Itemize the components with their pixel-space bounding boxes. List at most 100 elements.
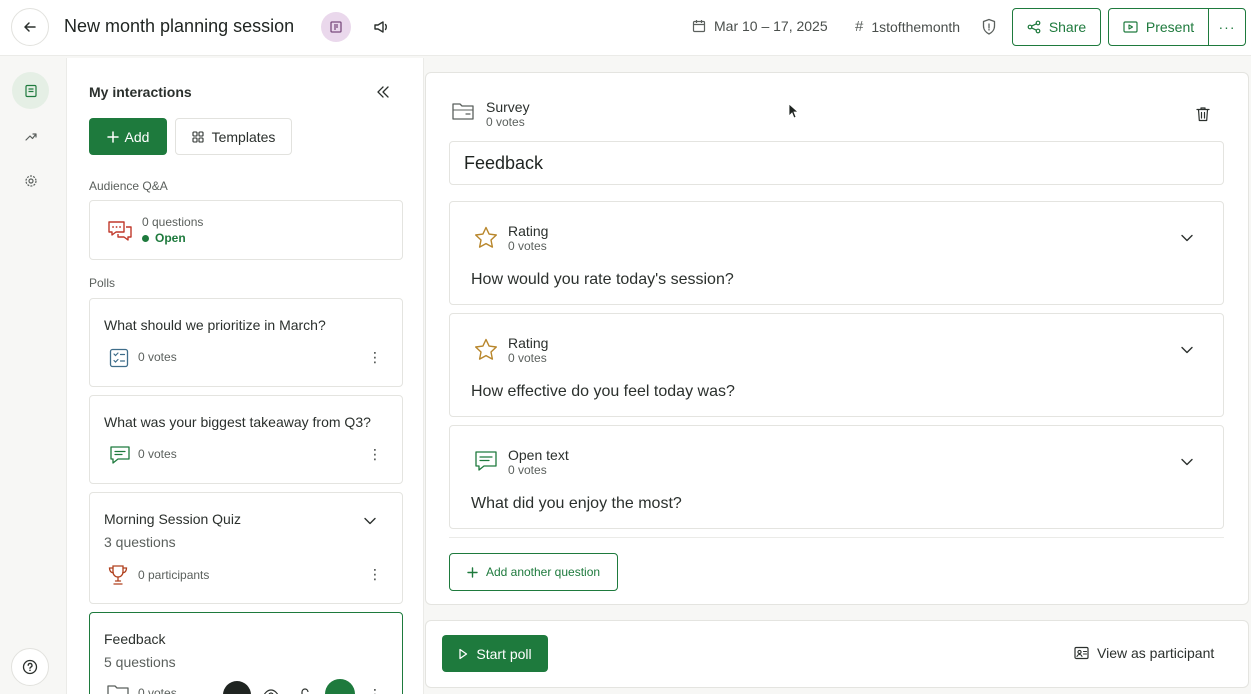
question-text: How would you rate today's session? [471,271,734,288]
question-card[interactable]: Rating 0 votes How would you rate today'… [449,201,1224,305]
chat-icon [107,219,133,243]
plus-icon [467,566,478,578]
divider [449,537,1224,538]
top-bar: New month planning session Mar 10 – 17, … [0,0,1251,56]
back-arrow-icon [22,19,38,35]
interaction-votes: 0 votes [486,115,525,129]
chevron-down-icon[interactable] [1181,458,1193,466]
survey-card[interactable]: Feedback 5 questions 0 votes ⋮ [89,612,403,694]
help-icon [22,659,38,675]
share-button[interactable]: Share [1012,8,1101,46]
quiz-card[interactable]: Morning Session Quiz 3 questions 0 parti… [89,492,403,604]
play-circle-icon[interactable] [325,679,355,694]
present-label: Present [1145,19,1195,35]
message-icon [473,449,499,473]
megaphone-icon[interactable] [372,18,390,36]
view-as-participant-button[interactable]: View as participant [1074,645,1214,661]
view-as-participant-label: View as participant [1097,645,1215,661]
interactions-icon [24,84,38,98]
chevron-down-icon[interactable] [1181,346,1193,354]
question-card[interactable]: Rating 0 votes How effective do you feel… [449,313,1224,417]
hash-icon: # [855,18,864,35]
quiz-menu-button[interactable]: ⋮ [368,566,382,583]
message-icon [109,445,131,465]
present-button[interactable]: Present [1108,8,1209,46]
question-votes: 0 votes [508,463,547,477]
grid-icon [192,130,204,143]
folder-icon [106,683,130,694]
mouse-cursor-icon [788,103,799,119]
poll-card[interactable]: What was your biggest takeaway from Q3? … [89,395,403,484]
poll-title: What should we prioritize in March? [104,317,326,333]
question-type: Open text [508,447,569,463]
start-poll-button[interactable]: Start poll [442,635,548,672]
rail-interactions[interactable] [12,72,49,109]
trophy-icon [106,563,130,587]
page-title: New month planning session [64,16,295,36]
star-icon [473,225,499,251]
chevron-down-icon[interactable] [1181,234,1193,242]
presentation-icon[interactable] [321,12,351,42]
back-button[interactable] [11,8,49,46]
rail-analytics[interactable] [12,117,49,154]
polls-section-label: Polls [89,276,116,290]
start-poll-label: Start poll [476,645,532,662]
rail-settings[interactable] [12,162,49,199]
templates-label: Templates [211,128,276,145]
add-interaction-button[interactable]: Add [89,118,167,155]
status-dot [142,234,149,242]
question-votes: 0 votes [508,239,547,253]
survey-card-votes: 0 votes [138,686,177,694]
poll-card[interactable]: What should we prioritize in March? 0 vo… [89,298,403,387]
event-code[interactable]: # 1stofthemonth [855,18,960,35]
participant-icon [1074,646,1089,660]
trash-icon[interactable] [1196,106,1210,122]
star-icon [473,337,499,363]
question-card[interactable]: Open text 0 votes What did you enjoy the… [449,425,1224,529]
event-code-text: 1stofthemonth [871,18,961,35]
checklist-icon [109,348,129,368]
shield-icon[interactable] [981,18,997,36]
qa-section-label: Audience Q&A [89,179,168,193]
help-button[interactable] [11,648,49,686]
quiz-participants: 0 participants [138,568,210,582]
settings-icon [24,174,38,188]
poll-votes: 0 votes [138,447,177,461]
date-range[interactable]: Mar 10 – 17, 2025 [692,18,828,34]
qa-card[interactable]: 0 questions Open [89,200,403,260]
poll-menu-button[interactable]: ⋮ [368,446,382,463]
interaction-type: Survey [486,99,530,115]
question-type: Rating [508,223,549,239]
survey-title-input[interactable]: Feedback [449,141,1224,185]
qa-status: Open [142,231,186,245]
interactions-sidebar: My interactions Add Templates Audience Q… [66,58,424,694]
plus-icon [106,130,119,143]
add-question-label: Add another question [485,565,601,579]
survey-card-title: Feedback [104,631,166,647]
more-options-button[interactable]: ··· [1208,8,1246,46]
quiz-question-count: 3 questions [104,534,176,550]
record-icon[interactable] [223,681,251,694]
chevron-down-icon[interactable] [364,517,376,525]
present-icon [1123,20,1138,34]
share-label: Share [1048,19,1087,35]
question-text: What did you enjoy the most? [471,495,682,512]
qa-status-text: Open [155,231,186,245]
templates-button[interactable]: Templates [175,118,292,155]
question-text: How effective do you feel today was? [471,383,735,400]
lock-icon[interactable] [298,687,312,694]
survey-question-count: 5 questions [104,654,176,670]
question-type: Rating [508,335,549,351]
poll-menu-button[interactable]: ⋮ [368,349,382,366]
add-question-button[interactable]: Add another question [449,553,618,591]
qa-question-count: 0 questions [142,215,204,229]
collapse-icon [376,85,390,99]
survey-menu-button[interactable]: ⋮ [368,686,382,694]
add-label: Add [124,128,150,145]
poll-action-bar: Start poll View as participant [425,620,1249,688]
date-range-text: Mar 10 – 17, 2025 [714,18,828,34]
quiz-title: Morning Session Quiz [104,511,241,527]
collapse-sidebar-button[interactable] [376,85,390,104]
eye-icon[interactable] [263,687,279,694]
analytics-icon [24,129,38,143]
